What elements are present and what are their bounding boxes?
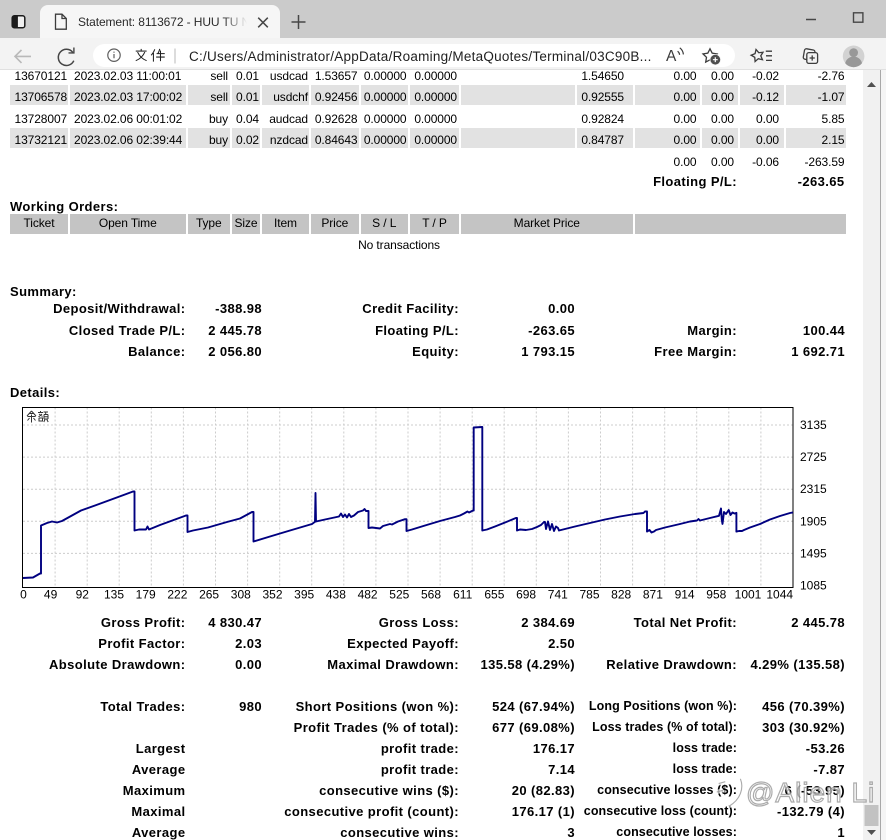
svg-text:655: 655 bbox=[484, 588, 504, 602]
svg-text:179: 179 bbox=[136, 588, 156, 602]
svg-text:395: 395 bbox=[294, 588, 314, 602]
svg-text:914: 914 bbox=[675, 588, 695, 602]
svg-text:741: 741 bbox=[548, 588, 568, 602]
svg-text:1044: 1044 bbox=[766, 588, 793, 602]
svg-text:871: 871 bbox=[643, 588, 663, 602]
svg-text:3135: 3135 bbox=[800, 418, 827, 432]
svg-text:1001: 1001 bbox=[735, 588, 762, 602]
svg-text:0: 0 bbox=[20, 588, 27, 602]
svg-text:611: 611 bbox=[453, 588, 472, 602]
svg-text:2315: 2315 bbox=[800, 482, 827, 496]
svg-text:135: 135 bbox=[104, 588, 124, 602]
svg-text:222: 222 bbox=[167, 588, 187, 602]
svg-text:568: 568 bbox=[421, 588, 441, 602]
svg-text:958: 958 bbox=[706, 588, 726, 602]
svg-text:1905: 1905 bbox=[800, 514, 827, 528]
svg-text:49: 49 bbox=[44, 588, 58, 602]
svg-text:308: 308 bbox=[231, 588, 251, 602]
svg-text:698: 698 bbox=[516, 588, 536, 602]
svg-text:A: A bbox=[666, 48, 677, 65]
svg-text:828: 828 bbox=[611, 588, 631, 602]
svg-text:482: 482 bbox=[358, 588, 378, 602]
svg-text:785: 785 bbox=[579, 588, 599, 602]
svg-text:2725: 2725 bbox=[800, 450, 827, 464]
svg-text:92: 92 bbox=[76, 588, 90, 602]
svg-text:1085: 1085 bbox=[800, 579, 827, 593]
svg-text:352: 352 bbox=[262, 588, 282, 602]
svg-text:525: 525 bbox=[389, 588, 409, 602]
svg-text:1495: 1495 bbox=[800, 546, 827, 560]
svg-text:265: 265 bbox=[199, 588, 219, 602]
svg-text:438: 438 bbox=[326, 588, 346, 602]
